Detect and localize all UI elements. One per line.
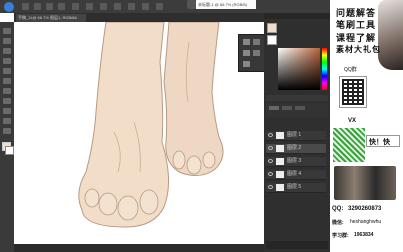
tools-panel [0, 22, 14, 252]
layers-header [266, 103, 328, 117]
qq-number: 3290260873 [348, 206, 382, 212]
eyedropper-tool-icon[interactable] [3, 68, 11, 74]
quick-banner: 快！快 [366, 135, 400, 147]
panel-icon[interactable] [243, 50, 250, 56]
marquee-tool-icon[interactable] [3, 38, 11, 44]
window-title-icon [187, 0, 196, 9]
feet-illustration [78, 22, 224, 228]
promo-line: 课程了解 [336, 33, 377, 43]
window-title: 未标题-1 @ 66.7% (RGB/8) [196, 0, 256, 9]
layer-thumbnail [276, 171, 284, 178]
quick-label: 快！快 [369, 139, 390, 146]
layer-row[interactable]: 图层 5 [266, 183, 326, 193]
promo-line: 笔刷工具 [336, 20, 377, 30]
study-group-value: 1963834 [354, 232, 374, 238]
qq-group-qr-code[interactable] [339, 76, 367, 108]
move-tool-icon[interactable] [3, 28, 11, 34]
crop-tool-icon[interactable] [3, 58, 11, 64]
layers-tab[interactable] [269, 106, 279, 110]
layers-footer [266, 241, 328, 249]
visibility-eye-icon[interactable] [268, 159, 273, 163]
layer-thumbnail [276, 184, 284, 191]
wechat-qr-code[interactable] [333, 128, 365, 162]
option-icon[interactable] [128, 3, 135, 10]
hand-tool-icon[interactable] [3, 128, 11, 134]
selected-tool-icon[interactable] [4, 2, 14, 12]
layer-row[interactable]: 图层 1 [266, 131, 326, 141]
study-group-label: 学习群: [332, 233, 349, 239]
visibility-eye-icon[interactable] [268, 133, 273, 137]
option-icon[interactable] [142, 3, 149, 10]
color-field[interactable] [278, 48, 320, 90]
layer-thumbnail [276, 132, 284, 139]
zoom-tool-icon[interactable] [3, 118, 11, 124]
option-icon[interactable] [34, 3, 41, 10]
vx-label: VX [348, 118, 357, 124]
layer-name: 图层 2 [287, 145, 302, 151]
layer-name: 图层 1 [287, 132, 302, 138]
qq-group-label: QQ群 [344, 67, 357, 73]
paths-tab[interactable] [295, 106, 305, 110]
layer-name: 图层 5 [287, 184, 302, 190]
brush-tool-icon[interactable] [3, 78, 11, 84]
floating-tool-panel [238, 34, 265, 72]
layer-row[interactable]: 图层 4 [266, 170, 326, 180]
color-fg-swatch[interactable] [267, 23, 277, 33]
visibility-eye-icon[interactable] [268, 172, 273, 176]
promo-figures-art [334, 166, 396, 200]
promo-character-art [378, 0, 403, 70]
layer-name: 图层 4 [287, 171, 302, 177]
option-icon[interactable] [46, 3, 53, 10]
lasso-tool-icon[interactable] [3, 48, 11, 54]
eraser-tool-icon[interactable] [3, 88, 11, 94]
panel-icon[interactable] [243, 61, 250, 67]
option-icon[interactable] [58, 3, 65, 10]
visibility-eye-icon[interactable] [268, 185, 273, 189]
document-tab[interactable]: 手稿_11@ 66.7% 图层1, RGB/8# [16, 14, 86, 22]
visibility-eye-icon[interactable] [268, 146, 273, 150]
hue-slider[interactable] [322, 48, 327, 90]
layer-row[interactable]: 图层 2 [266, 144, 326, 154]
option-icon[interactable] [156, 3, 163, 10]
text-tool-icon[interactable] [3, 108, 11, 114]
option-icon[interactable] [86, 3, 93, 10]
layer-row[interactable]: 图层 3 [266, 157, 326, 167]
window-title-text: 未标题-1 @ 66.7% (RGB/8) [198, 2, 247, 7]
color-options-row [266, 95, 328, 101]
wechat-label: 微信: [332, 220, 344, 226]
promo-line: 素材大礼包 [336, 45, 381, 54]
qq-label: QQ: [332, 206, 344, 212]
option-icon[interactable] [114, 3, 121, 10]
layer-thumbnail [276, 145, 284, 152]
background-color-swatch[interactable] [5, 146, 14, 155]
color-bg-swatch[interactable] [267, 35, 277, 45]
option-icon[interactable] [72, 3, 79, 10]
gradient-tool-icon[interactable] [3, 98, 11, 104]
canvas[interactable] [14, 22, 264, 252]
panel-icon[interactable] [253, 50, 260, 56]
panel-icon[interactable] [243, 39, 250, 45]
wechat-value: heshanghwhu [350, 219, 382, 225]
document-tab-label: 手稿_11@ 66.7% 图层1, RGB/8# [18, 15, 77, 20]
option-icon[interactable] [22, 3, 29, 10]
layer-name: 图层 3 [287, 158, 302, 164]
promo-panel: 问题解答 笔刷工具 课程了解 素材大礼包 QQ群 VX 快！快 QQ: 3290… [330, 0, 403, 252]
options-bar: 未标题-1 @ 66.7% (RGB/8) [0, 0, 330, 13]
panel-header [264, 13, 330, 19]
status-bar [14, 244, 264, 252]
layer-thumbnail [276, 158, 284, 165]
right-panel-dock: 图层 1 图层 2 图层 3 图层 4 图层 5 [264, 13, 330, 252]
option-icon[interactable] [100, 3, 107, 10]
channels-tab[interactable] [282, 106, 292, 110]
panel-icon[interactable] [253, 39, 260, 45]
